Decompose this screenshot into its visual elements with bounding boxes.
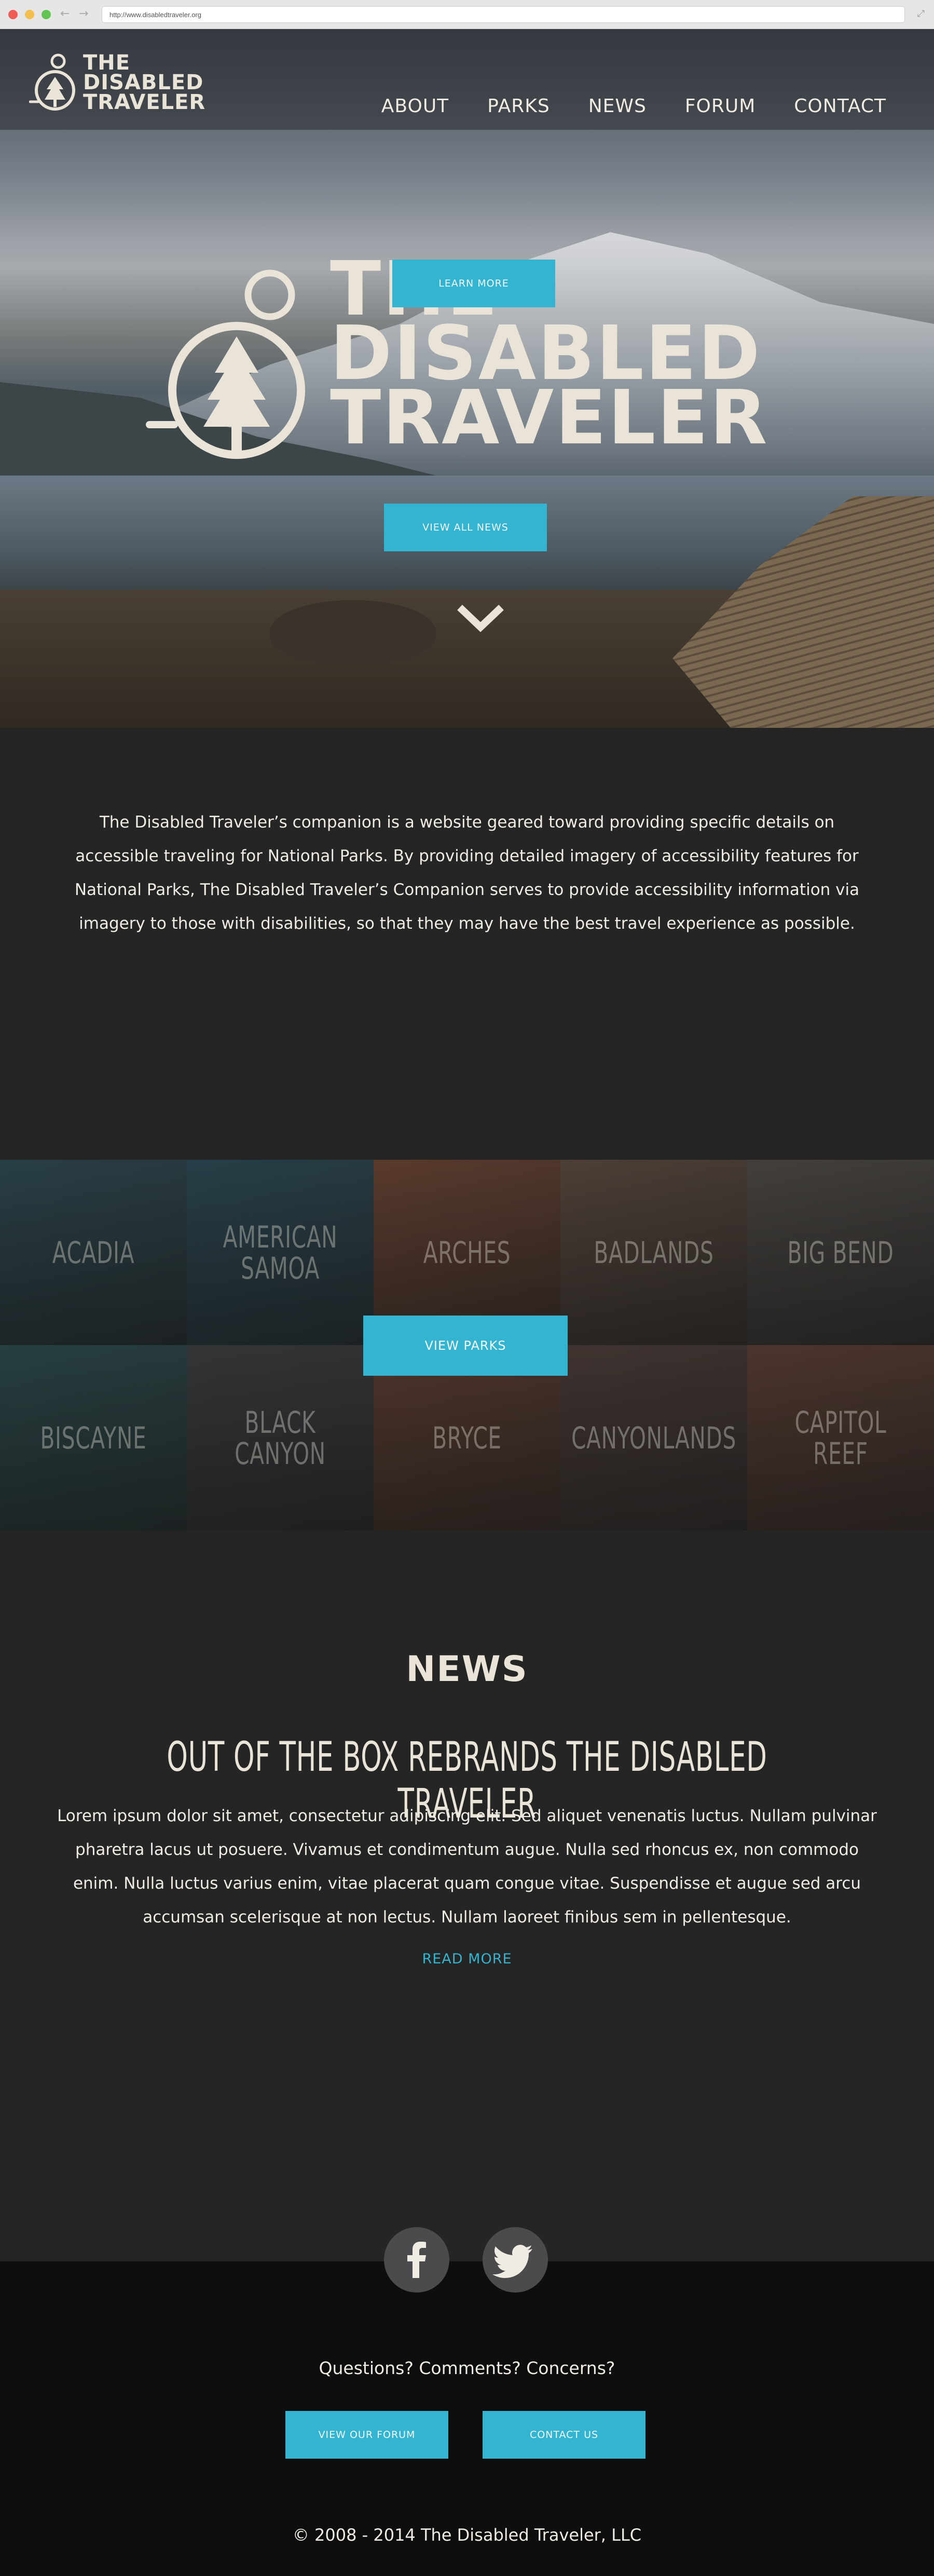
park-name: BLACK CANYON [235, 1404, 326, 1471]
read-more-link[interactable]: READ MORE [0, 1951, 934, 1967]
minimize-window-icon[interactable] [25, 10, 34, 19]
logo-line-2: DISABLED [83, 71, 204, 94]
arrow-right-icon[interactable]: → [79, 7, 88, 20]
nav-contact[interactable]: CONTACT [794, 96, 886, 117]
park-tile[interactable]: CAPITOL REEF [747, 1345, 934, 1530]
park-name: BISCAYNE [40, 1420, 147, 1456]
logo-line-3: TRAVELER [83, 90, 206, 114]
browser-chrome: ← → http://www.disabledtraveler.org ⤢ [0, 0, 934, 29]
hero-rock [270, 600, 436, 662]
hero-line-3: TRAVELER [330, 374, 769, 461]
park-tile[interactable]: ACADIA [0, 1160, 187, 1345]
learn-more-button[interactable]: LEARN MORE [392, 260, 555, 307]
park-name: BIG BEND [787, 1235, 894, 1270]
park-tile[interactable]: BLACK CANYON [187, 1345, 374, 1530]
site-logo[interactable]: THE DISABLED TRAVELER [29, 52, 216, 114]
main-nav: ABOUT PARKS NEWS FORUM CONTACT [343, 96, 886, 117]
chevron-down-icon[interactable] [455, 602, 506, 633]
park-name: CANYONLANDS [571, 1420, 736, 1456]
nav-about[interactable]: ABOUT [381, 96, 449, 117]
view-all-news-button[interactable]: VIEW ALL NEWS [384, 504, 547, 551]
logo-wordmark: THE DISABLED TRAVELER [83, 51, 206, 114]
park-name: AMERICAN SAMOA [223, 1219, 338, 1286]
close-window-icon[interactable] [8, 10, 18, 19]
logo-emblem-icon [29, 53, 75, 111]
park-name: BADLANDS [594, 1235, 714, 1270]
view-parks-button[interactable]: VIEW PARKS [363, 1316, 568, 1376]
news-title: NEWS [406, 1649, 528, 1690]
maximize-window-icon[interactable] [42, 10, 51, 19]
nav-parks[interactable]: PARKS [487, 96, 550, 117]
expand-icon[interactable]: ⤢ [917, 8, 925, 19]
footer: Questions? Comments? Concerns? © 2008 - … [0, 2261, 934, 2576]
nav-forum[interactable]: FORUM [685, 96, 756, 117]
news-body: Lorem ipsum dolor sit amet, consectetur … [57, 1807, 877, 1927]
news-section: NEWS OUT OF THE BOX REBRANDS THE DISABLE… [0, 1530, 934, 2261]
nav-news[interactable]: NEWS [588, 96, 647, 117]
park-name: ACADIA [52, 1235, 135, 1270]
intro-text: The Disabled Traveler’s companion is a w… [74, 813, 860, 933]
park-tile[interactable]: CANYONLANDS [560, 1345, 747, 1530]
park-name: CAPITOL REEF [794, 1404, 887, 1471]
facebook-icon[interactable] [384, 2227, 449, 2293]
twitter-icon[interactable] [483, 2227, 548, 2293]
address-bar[interactable]: http://www.disabledtraveler.org [102, 6, 905, 23]
hero-emblem-icon [146, 269, 305, 459]
park-tile[interactable]: BISCAYNE [0, 1345, 187, 1530]
logo-line-1: THE [83, 51, 131, 75]
contact-us-button[interactable]: CONTACT US [483, 2411, 645, 2459]
park-tile[interactable]: AMERICAN SAMOA [187, 1160, 374, 1345]
arrow-left-icon[interactable]: ← [60, 7, 70, 20]
copyright: © 2008 - 2014 The Disabled Traveler, LLC [292, 2525, 642, 2545]
park-tile[interactable]: BIG BEND [747, 1160, 934, 1345]
park-tile[interactable]: BADLANDS [560, 1160, 747, 1345]
intro-section: The Disabled Traveler’s companion is a w… [0, 728, 934, 1160]
view-forum-button[interactable]: VIEW OUR FORUM [285, 2411, 448, 2459]
footer-question: Questions? Comments? Concerns? [319, 2358, 615, 2378]
top-navigation: THE DISABLED TRAVELER ABOUT PARKS NEWS F… [0, 29, 934, 130]
